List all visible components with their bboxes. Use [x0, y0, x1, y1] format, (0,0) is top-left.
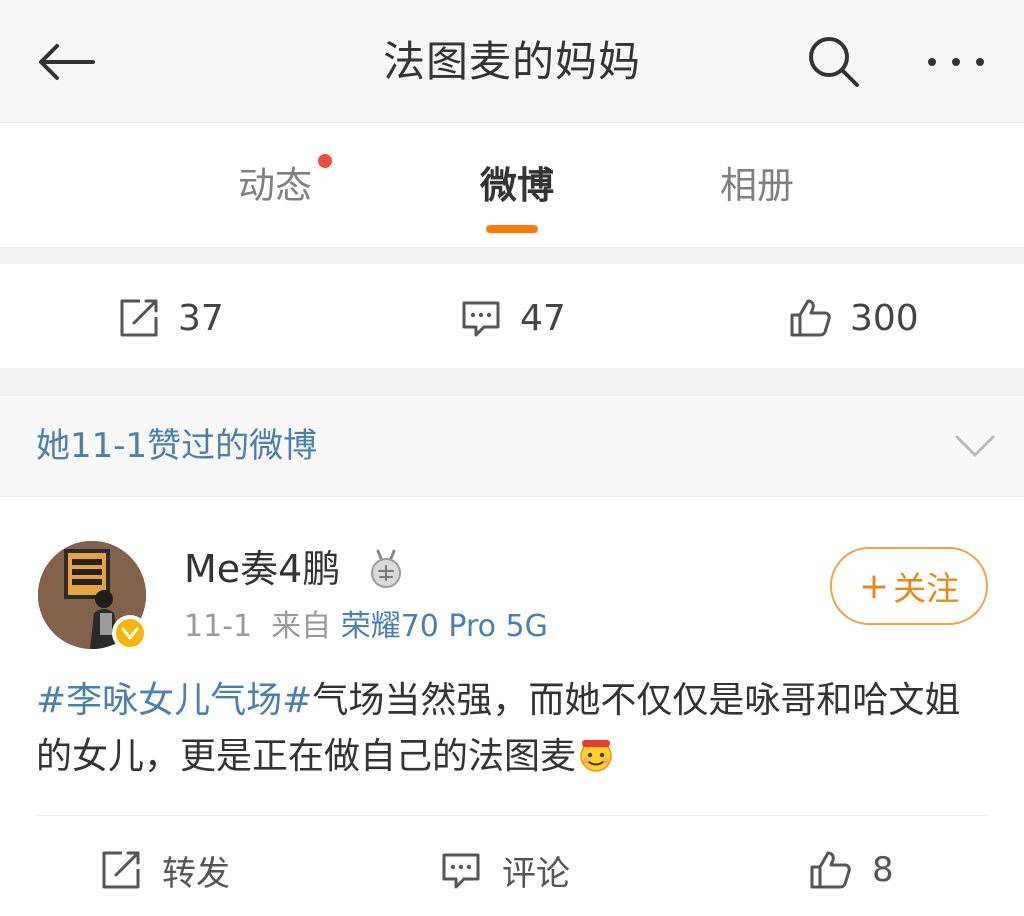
repost-count-button[interactable]: 37 — [118, 290, 224, 346]
page-title: 法图麦的妈妈 — [382, 37, 641, 86]
post-date: 11-1 — [184, 609, 253, 644]
back-button[interactable] — [30, 30, 100, 94]
comment-icon — [442, 853, 480, 889]
thumbs-up-icon — [810, 851, 851, 889]
more-button[interactable] — [916, 30, 996, 94]
like-count: 300 — [850, 297, 919, 339]
top-nav-bar: 法图麦的妈妈 — [0, 0, 1024, 123]
follow-button[interactable]: + 关注 — [830, 547, 988, 625]
repost-label: 转发 — [162, 853, 230, 894]
like-count: 8 — [872, 850, 894, 890]
tab-weibo[interactable]: 微博 — [462, 161, 572, 211]
back-arrow-icon — [39, 44, 95, 80]
stats-bar: 37 47 300 — [0, 264, 1024, 368]
post-meta: 11-1 来自 荣耀70 Pro 5G — [184, 605, 548, 649]
fan-level-badge-icon — [368, 549, 404, 589]
divider — [36, 815, 988, 816]
comment-icon — [462, 301, 500, 337]
repost-button[interactable]: 转发 — [100, 843, 230, 897]
tab-album[interactable]: 相册 — [702, 161, 812, 211]
repost-icon — [102, 851, 140, 889]
comment-count: 47 — [520, 297, 566, 339]
active-tab-indicator — [486, 225, 538, 233]
section-divider — [0, 368, 1024, 396]
search-button[interactable] — [800, 28, 866, 94]
more-dots-icon — [920, 58, 992, 66]
follow-label: 关注 — [893, 569, 960, 608]
section-divider — [0, 248, 1024, 264]
weibo-post-card: Me奏4鹏 11-1 来自 荣耀70 Pro 5G + 关注 #李咏女儿气场#气场… — [0, 497, 1024, 916]
post-body: #李咏女儿气场#气场当然强，而她不仅仅是咏哥和哈文姐的女儿，更是正在做自己的法图… — [36, 673, 996, 785]
thumbs-up-icon — [790, 299, 831, 337]
comment-label: 评论 — [502, 853, 570, 894]
tab-dynamic[interactable]: 动态 — [220, 161, 330, 211]
liked-section-title: 她11-1赞过的微博 — [36, 426, 318, 466]
verified-badge-icon — [112, 615, 148, 651]
from-label: 来自 — [271, 609, 332, 644]
topic-link[interactable]: #李咏女儿气场# — [36, 680, 312, 721]
search-icon — [809, 37, 859, 87]
like-button[interactable]: 8 — [808, 843, 894, 897]
post-source[interactable]: 荣耀70 Pro 5G — [341, 609, 548, 644]
comment-count-button[interactable]: 47 — [460, 290, 566, 346]
emoji-icon — [576, 734, 616, 774]
liked-section-header[interactable]: 她11-1赞过的微博 — [0, 396, 1024, 497]
notification-dot — [318, 154, 332, 168]
comment-button[interactable]: 评论 — [440, 843, 570, 897]
like-count-button[interactable]: 300 — [788, 290, 919, 346]
chevron-down-icon[interactable] — [950, 424, 1000, 468]
author-name[interactable]: Me奏4鹏 — [184, 543, 340, 595]
repost-icon — [120, 299, 158, 337]
repost-count: 37 — [178, 297, 224, 339]
plus-icon: + — [858, 565, 890, 607]
